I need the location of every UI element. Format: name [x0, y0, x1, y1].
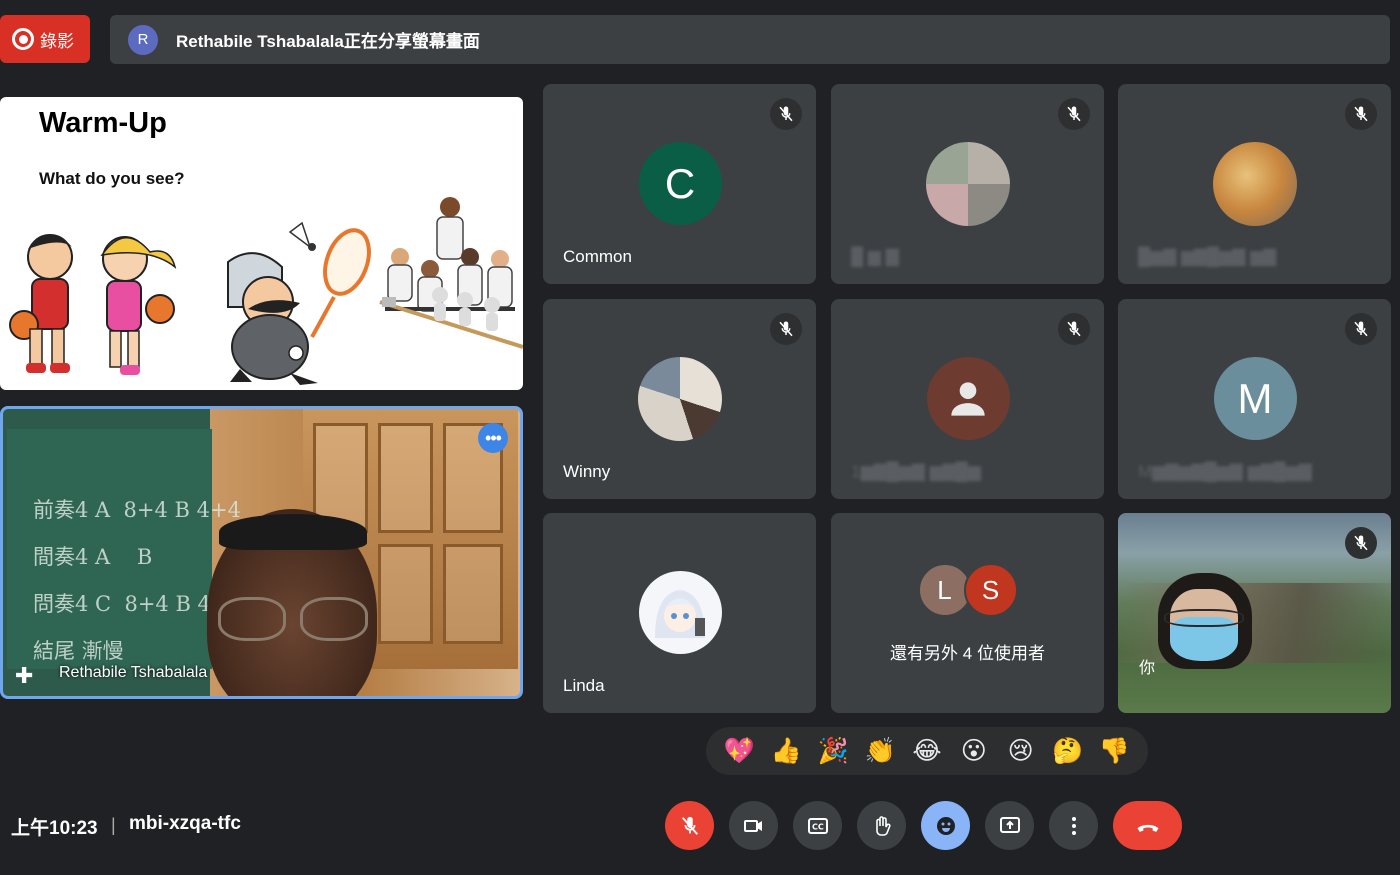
reaction-party[interactable]: 🎉 — [814, 737, 852, 766]
default-person-avatar — [926, 357, 1010, 440]
reaction-sad[interactable]: 😢 — [1002, 736, 1040, 766]
svg-text:CC: CC — [812, 822, 824, 831]
more-users: L S 還有另外 4 位使用者 — [831, 563, 1104, 664]
record-icon — [12, 28, 34, 50]
pin-icon: ✚ — [15, 663, 34, 688]
meeting-time: 上午10:23 — [11, 818, 98, 839]
camera-icon — [743, 819, 762, 832]
presenter-glasses — [218, 597, 368, 641]
mic-off-icon — [1345, 98, 1377, 130]
anime-avatar — [638, 571, 722, 654]
reaction-clap[interactable]: 👏 — [861, 737, 899, 766]
more-participants-tile[interactable]: L S 還有另外 4 位使用者 — [831, 513, 1104, 713]
mic-off-icon — [1058, 313, 1090, 345]
chalkboard: 前奏4 A 8+4 B 4+4 間奏4 A B 問奏4 C 8+4 B 4+4 … — [7, 429, 242, 669]
reactions-button[interactable] — [921, 801, 970, 850]
reaction-surprised[interactable]: 😮 — [955, 736, 993, 766]
person-icon — [951, 381, 985, 416]
footer-separator: | — [111, 815, 116, 835]
end-call-button[interactable] — [1113, 801, 1182, 850]
reaction-laugh[interactable]: 😂 — [908, 736, 946, 766]
mic-off-icon — [770, 98, 802, 130]
participant-name-blurred: █ ▆ ▇ — [851, 247, 899, 266]
slide-illustration — [9, 197, 523, 385]
basketball-boy-image — [9, 234, 73, 373]
mic-off-icon — [681, 816, 698, 835]
more-users-text: 還有另外 4 位使用者 — [890, 644, 1045, 663]
participant-tile-2[interactable]: █ ▆ ▇ — [831, 84, 1104, 284]
self-glasses — [1164, 609, 1244, 627]
recording-indicator[interactable]: 錄影 — [0, 15, 90, 63]
participant-name-blurred: █▆▇ ▆▇█▆▇ ▆▇ — [1138, 247, 1277, 266]
blurred-avatar — [1212, 142, 1297, 226]
meet-window: 錄影 R Rethabile Tshabalala正在分享螢幕畫面 Warm-U… — [0, 0, 1400, 875]
participant-name: Common — [563, 247, 632, 266]
participant-avatar: C — [638, 142, 722, 225]
participant-tile-common[interactable]: C Common — [543, 84, 816, 284]
recording-label: 錄影 — [40, 31, 74, 51]
reaction-thumbs-up[interactable]: 👍 — [767, 737, 805, 766]
camera-toggle-button[interactable] — [729, 801, 778, 850]
mic-off-icon — [770, 313, 802, 345]
present-screen-button[interactable] — [985, 801, 1034, 850]
participant-tile-5[interactable]: 1▆▇█▆▇ ▆▇█▆ — [831, 299, 1104, 499]
more-vert-icon — [1071, 816, 1076, 835]
anime-character-icon — [655, 589, 705, 638]
participant-tile-linda[interactable]: Linda — [543, 513, 816, 713]
reaction-thumbs-down[interactable]: 👎 — [1095, 737, 1133, 766]
blurred-avatar — [637, 357, 722, 441]
raise-hand-button[interactable] — [857, 801, 906, 850]
meeting-code: mbi-xzqa-tfc — [129, 813, 241, 834]
closed-captions-icon: CC — [807, 817, 828, 834]
martial-arts-group-image — [385, 197, 515, 312]
participant-tile-m[interactable]: M M▆▇▆▇█▆▇ ▆▇█▆▇ — [1118, 299, 1391, 499]
self-name: 你 — [1139, 660, 1156, 677]
participant-avatar-s: S — [963, 563, 1018, 617]
microphone-toggle-button[interactable] — [665, 801, 714, 850]
participant-tile-winny[interactable]: Winny — [543, 299, 816, 499]
presenter-avatar: R — [128, 24, 158, 55]
headband — [219, 514, 367, 550]
participant-name-blurred: M▆▇▆▇█▆▇ ▆▇█▆▇ — [1138, 462, 1312, 481]
participant-avatar: M — [1213, 357, 1297, 440]
participant-name: Linda — [563, 676, 605, 695]
mic-off-icon — [1345, 527, 1377, 559]
reaction-thinking[interactable]: 🤔 — [1049, 737, 1087, 766]
mic-off-icon — [1058, 98, 1090, 130]
hand-icon — [875, 815, 891, 836]
participant-tile-3[interactable]: █▆▇ ▆▇█▆▇ ▆▇ — [1118, 84, 1391, 284]
blurred-avatar — [925, 142, 1010, 226]
more-options-toolbar-button[interactable] — [1049, 801, 1098, 850]
presenter-video-tile[interactable]: 前奏4 A 8+4 B 4+4 間奏4 A B 問奏4 C 8+4 B 4+4 … — [0, 406, 523, 699]
captions-button[interactable]: CC — [793, 801, 842, 850]
mic-off-icon — [1345, 313, 1377, 345]
present-icon — [999, 816, 1020, 833]
smiley-icon — [936, 816, 955, 835]
screen-share-text: Rethabile Tshabalala正在分享螢幕畫面 — [176, 32, 480, 51]
presenter-name: Rethabile Tshabalala — [59, 664, 208, 681]
participant-name-blurred: 1▆▇█▆▇ ▆▇█▆ — [851, 462, 981, 481]
more-options-button[interactable]: ••• — [478, 423, 508, 453]
self-video-tile[interactable]: 你 — [1118, 513, 1391, 713]
participant-name: Winny — [563, 462, 611, 481]
presentation-slide[interactable]: Warm-Up What do you see? — [0, 97, 523, 390]
reactions-bar: 💖 👍 🎉 👏 😂 😮 😢 🤔 👎 — [706, 727, 1148, 775]
badminton-player-image — [227, 221, 371, 385]
screen-share-banner: R Rethabile Tshabalala正在分享螢幕畫面 — [110, 15, 1390, 64]
basketball-girl-image — [100, 236, 177, 375]
hang-up-icon — [1137, 824, 1158, 832]
reaction-heart[interactable]: 💖 — [720, 737, 758, 766]
